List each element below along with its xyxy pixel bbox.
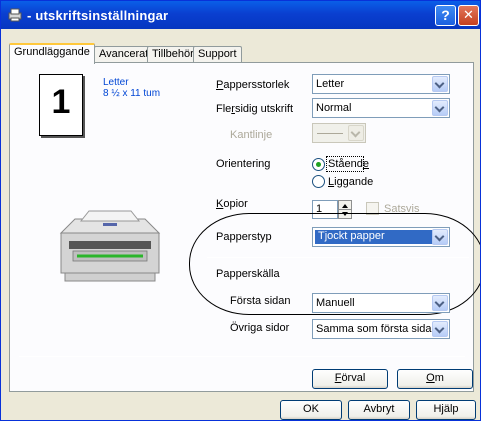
help-button[interactable]: Hjälp bbox=[416, 400, 476, 420]
paper-size-label: Pappersstorlek bbox=[216, 79, 290, 91]
copies-label: Kopior bbox=[216, 198, 248, 210]
printer-illustration bbox=[59, 210, 161, 282]
print-settings-dialog: - utskriftsinställningar ? ✕ Grundläggan… bbox=[0, 0, 481, 421]
ok-button[interactable]: OK bbox=[280, 400, 342, 420]
landscape-label[interactable]: Liggande bbox=[328, 176, 373, 188]
chevron-down-icon[interactable] bbox=[432, 76, 448, 92]
paper-size-value: Letter bbox=[316, 78, 345, 90]
multipage-combo[interactable]: Normal bbox=[312, 98, 450, 118]
tab-avancerat[interactable]: Avancerat bbox=[94, 46, 154, 63]
border-line-preview bbox=[317, 133, 343, 134]
paper-preview: 1 bbox=[39, 74, 83, 136]
cancel-button[interactable]: Avbryt bbox=[348, 400, 410, 420]
printer-app-icon bbox=[8, 8, 22, 22]
border-combo bbox=[312, 123, 366, 143]
help-title-button[interactable]: ? bbox=[435, 5, 456, 26]
multipage-label: Flersidig utskrift bbox=[216, 103, 294, 115]
tab-grundlaggande[interactable]: Grundläggande bbox=[9, 43, 95, 64]
title-bar[interactable]: - utskriftsinställningar ? ✕ bbox=[1, 1, 480, 29]
other-pages-value: Samma som första sidan bbox=[316, 323, 438, 335]
orientation-label: Orientering bbox=[216, 158, 271, 170]
paper-size-combo[interactable]: Letter bbox=[312, 74, 450, 94]
close-button[interactable]: ✕ bbox=[458, 5, 479, 26]
preview-copy-number: 1 bbox=[51, 83, 71, 121]
media-type-value: Tjockt papper bbox=[315, 230, 435, 244]
close-icon: ✕ bbox=[463, 8, 474, 23]
first-page-label: Första sidan bbox=[230, 295, 291, 307]
media-type-label: Papperstyp bbox=[216, 231, 272, 243]
portrait-radio[interactable] bbox=[312, 158, 325, 171]
chevron-down-icon bbox=[348, 125, 364, 141]
chevron-down-icon[interactable] bbox=[432, 295, 448, 311]
tab-support[interactable]: Support bbox=[193, 46, 242, 63]
first-page-combo[interactable]: Manuell bbox=[312, 293, 450, 313]
chevron-down-icon[interactable] bbox=[432, 321, 448, 337]
spin-up-icon[interactable] bbox=[342, 204, 348, 208]
about-button[interactable]: Om bbox=[397, 369, 473, 389]
paper-source-label: Papperskälla bbox=[216, 268, 280, 280]
paper-info: Letter 8 ½ x 11 tum bbox=[103, 77, 160, 99]
multipage-value: Normal bbox=[316, 102, 352, 114]
other-pages-label: Övriga sidor bbox=[230, 322, 290, 334]
paper-name: Letter bbox=[103, 77, 129, 88]
border-label: Kantlinje bbox=[230, 129, 273, 141]
tab-tillbehor[interactable]: Tillbehör bbox=[147, 46, 199, 63]
paper-dimensions: 8 ½ x 11 tum bbox=[103, 88, 161, 99]
chevron-down-icon[interactable] bbox=[432, 100, 448, 116]
first-page-value: Manuell bbox=[316, 297, 355, 309]
window-title: - utskriftsinställningar bbox=[27, 8, 169, 23]
portrait-label[interactable]: Stående bbox=[328, 158, 369, 170]
bottom-separator bbox=[19, 356, 465, 357]
question-icon: ? bbox=[441, 7, 450, 23]
media-type-combo[interactable]: Tjockt papper bbox=[312, 227, 450, 247]
landscape-radio[interactable] bbox=[312, 175, 325, 188]
other-pages-combo[interactable]: Samma som första sidan bbox=[312, 319, 450, 339]
chevron-down-icon[interactable] bbox=[432, 229, 448, 245]
defaults-button[interactable]: Förval bbox=[312, 369, 388, 389]
group-separator bbox=[207, 257, 469, 258]
